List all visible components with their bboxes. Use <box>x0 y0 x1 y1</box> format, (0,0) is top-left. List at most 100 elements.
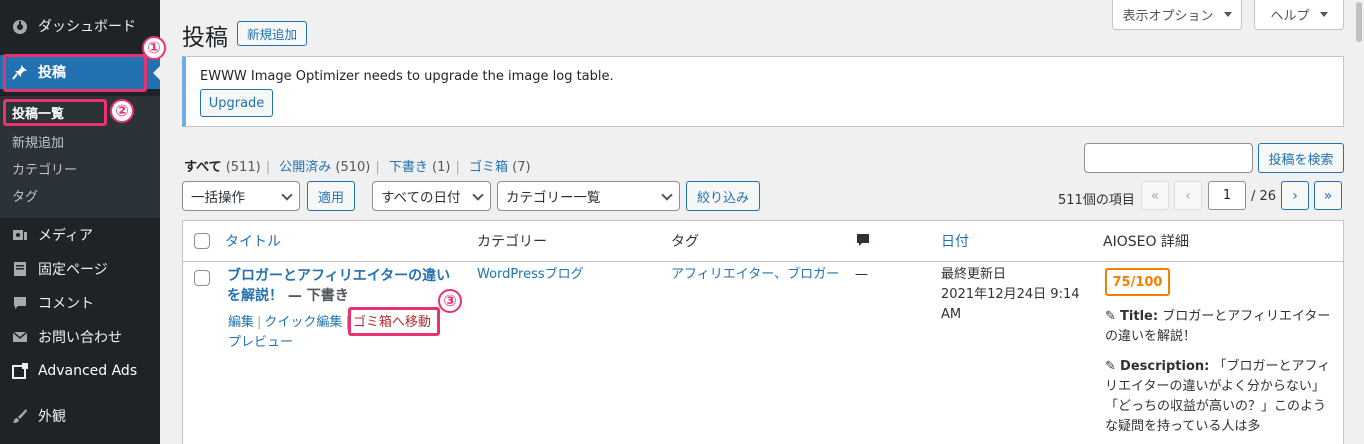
post-tags-link[interactable]: アフィリエイター、ブロガー <box>671 265 839 285</box>
first-page-button: « <box>1141 181 1169 210</box>
seo-score-badge[interactable]: 75/100 <box>1105 268 1170 296</box>
current-page-input[interactable]: 1 <box>1208 181 1246 210</box>
filter-trash-label: ゴミ箱 <box>468 160 508 175</box>
menu-pages[interactable]: 固定ページ <box>0 252 160 286</box>
aio-title-text-1: ブロガーとアフィリエイター <box>1162 309 1331 324</box>
menu-contact-label: お問い合わせ <box>38 330 122 346</box>
highlight-posts <box>3 54 147 92</box>
separator: | <box>257 315 262 330</box>
chevron-down-icon <box>472 189 484 201</box>
scrollbar-thumb[interactable] <box>1356 2 1362 42</box>
table-header-divider <box>183 261 1343 262</box>
chevron-down-icon <box>281 189 293 201</box>
filter-all-count: (511) <box>225 160 261 175</box>
column-date[interactable]: 日付 <box>941 231 969 251</box>
post-state: — 下書き <box>287 288 349 304</box>
filter-drafts-label: 下書き <box>388 160 428 175</box>
post-title-link[interactable]: ブロガーとアフィリエイターの違い を解説！ — 下書き <box>227 266 467 306</box>
last-page-button[interactable]: » <box>1314 181 1342 210</box>
filter-drafts[interactable]: 下書き (1) <box>389 160 451 175</box>
aio-title-label: Title: <box>1120 309 1159 324</box>
main-content: 表示オプション ヘルプ 投稿 新規追加 EWWW Image Optimizer… <box>160 0 1364 444</box>
aio-desc-text-3: 「どっちの収益が高いの？」このよう <box>1105 399 1327 414</box>
pencil-icon[interactable]: ✎ <box>1105 359 1116 374</box>
chevron-down-icon <box>661 189 673 201</box>
column-tags: タグ <box>671 234 699 250</box>
category-filter-value: カテゴリー一覧 <box>506 190 601 206</box>
date-filter-select[interactable]: すべての日付 <box>372 181 491 211</box>
pencil-icon[interactable]: ✎ <box>1105 309 1116 324</box>
screen-options-label: 表示オプション <box>1122 9 1214 24</box>
post-title-line1: ブロガーとアフィリエイターの違い <box>227 268 451 284</box>
separator: | <box>265 160 271 175</box>
menu-comments-label: コメント <box>38 296 94 312</box>
filter-all-label: すべて <box>184 160 222 175</box>
menu-advanced-ads[interactable]: Advanced Ads <box>0 354 160 388</box>
menu-media-label: メディア <box>38 228 94 244</box>
menu-dashboard-label: ダッシュボード <box>38 19 136 35</box>
date-ampm: AM <box>941 307 962 322</box>
filter-button[interactable]: 絞り込み <box>686 181 760 211</box>
help-label: ヘルプ <box>1270 9 1310 24</box>
category-filter-select[interactable]: カテゴリー一覧 <box>497 181 680 211</box>
menu-media[interactable]: メディア <box>0 218 160 252</box>
preview-link[interactable]: プレビュー <box>228 331 293 350</box>
page-icon <box>10 259 30 279</box>
add-new-button[interactable]: 新規追加 <box>237 21 307 46</box>
mail-icon <box>10 327 30 347</box>
notice-box: EWWW Image Optimizer needs to upgrade th… <box>182 56 1344 127</box>
ads-icon <box>10 361 30 381</box>
current-arrow <box>153 66 160 80</box>
row-title-cell: ブロガーとアフィリエイターの違い を解説！ — 下書き <box>227 266 467 306</box>
annotation-3: ③ <box>438 289 462 313</box>
menu-appearance[interactable]: 外観 <box>0 399 160 433</box>
menu-dashboard[interactable]: ダッシュボード <box>0 9 160 43</box>
row-checkbox[interactable] <box>194 270 210 286</box>
sub-item-categories[interactable]: カテゴリー <box>12 159 77 178</box>
search-input[interactable] <box>1084 143 1253 173</box>
column-category: カテゴリー <box>477 234 547 250</box>
menu-pages-label: 固定ページ <box>38 262 108 278</box>
separator: | <box>375 160 380 175</box>
screen-options-button[interactable]: 表示オプション <box>1112 0 1242 30</box>
filter-published[interactable]: 公開済み (510) <box>279 160 370 175</box>
dashboard-icon <box>10 16 30 36</box>
select-all-checkbox[interactable] <box>194 233 210 249</box>
apply-button[interactable]: 適用 <box>307 181 355 211</box>
post-category-link[interactable]: WordPressブログ <box>477 265 584 285</box>
total-pages: / 26 <box>1251 189 1277 204</box>
window-scrollbar[interactable] <box>1354 0 1364 444</box>
caret-down-icon <box>1319 12 1328 17</box>
post-date: 最終更新日 2021年12月24日 9:14 AM <box>941 265 1080 325</box>
aioseo-description: ✎ Description: 「ブロガーとアフィ リエイターの違いがよく分からな… <box>1105 357 1340 437</box>
filter-published-label: 公開済み <box>279 160 332 175</box>
upgrade-button[interactable]: Upgrade <box>200 89 273 117</box>
filter-trash[interactable]: ゴミ箱 (7) <box>469 160 531 175</box>
column-title[interactable]: タイトル <box>225 231 281 251</box>
aio-desc-label: Description: <box>1120 359 1210 374</box>
prev-page-button: ‹ <box>1174 181 1202 210</box>
sub-item-tags[interactable]: タグ <box>12 186 38 205</box>
bulk-action-select[interactable]: 一括操作 <box>182 181 300 211</box>
sub-item-add-new[interactable]: 新規追加 <box>12 132 64 151</box>
aio-desc-text-4: な疑問を持っている人は多 <box>1105 419 1261 434</box>
filter-all[interactable]: すべて (511) <box>184 160 261 175</box>
column-aioseo: AIOSEO 詳細 <box>1103 234 1189 250</box>
column-comments[interactable] <box>855 232 871 252</box>
menu-comments[interactable]: コメント <box>0 286 160 320</box>
menu-contact[interactable]: お問い合わせ <box>0 320 160 354</box>
search-posts-button[interactable]: 投稿を検索 <box>1258 143 1344 173</box>
media-icon <box>10 225 30 245</box>
date-value: 2021年12月24日 9:14 <box>941 287 1080 302</box>
filter-trash-count: (7) <box>512 160 531 175</box>
quick-edit-link[interactable]: クイック編集 <box>264 315 342 330</box>
help-button[interactable]: ヘルプ <box>1254 0 1344 30</box>
date-filter-value: すべての日付 <box>381 190 461 206</box>
annotation-2: ② <box>110 99 134 123</box>
edit-link[interactable]: 編集 <box>228 315 254 330</box>
bulk-action-value: 一括操作 <box>191 190 245 206</box>
menu-advanced-ads-label: Advanced Ads <box>38 363 138 379</box>
date-label: 最終更新日 <box>941 267 1007 282</box>
separator: | <box>455 160 460 175</box>
next-page-button[interactable]: › <box>1281 181 1309 210</box>
